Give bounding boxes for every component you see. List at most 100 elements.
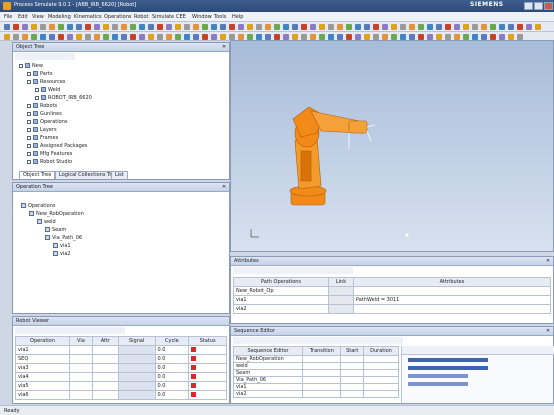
table-row[interactable]: weld <box>232 362 400 370</box>
toolbar-button[interactable] <box>184 24 190 30</box>
visibility-checkbox[interactable] <box>19 63 23 68</box>
toolbar-button[interactable] <box>85 34 91 40</box>
table-row[interactable]: via6 0.0 <box>15 390 227 400</box>
toolbar-button[interactable] <box>202 24 208 30</box>
operation-tree-item[interactable]: New_RobOperation <box>29 211 84 218</box>
object-tree-item[interactable]: Parts <box>27 71 52 78</box>
toolbar-button[interactable] <box>328 24 334 30</box>
gantt-chart[interactable] <box>401 346 554 403</box>
close-icon[interactable]: ✕ <box>222 44 227 50</box>
visibility-checkbox[interactable] <box>35 87 39 92</box>
menu-robot[interactable]: Robot <box>134 14 149 20</box>
toolbar-button[interactable] <box>292 24 298 30</box>
operation-tree-item[interactable]: via1 <box>53 243 71 250</box>
toolbar-button[interactable] <box>148 24 154 30</box>
toolbar-button[interactable] <box>436 24 442 30</box>
toolbar-button[interactable] <box>157 24 163 30</box>
toolbar-button[interactable] <box>445 24 451 30</box>
toolbar-button[interactable] <box>94 24 100 30</box>
toolbar-button[interactable] <box>184 34 190 40</box>
operation-tree-item[interactable]: Seam <box>45 227 66 234</box>
toolbar-button[interactable] <box>13 34 19 40</box>
visibility-checkbox[interactable] <box>27 103 31 108</box>
toolbar-button[interactable] <box>382 24 388 30</box>
toolbar-button[interactable] <box>103 34 109 40</box>
table-row[interactable]: SEQ 0.0 <box>15 354 227 364</box>
menu-modeling[interactable]: Modeling <box>48 14 71 20</box>
toolbar-button[interactable] <box>31 34 37 40</box>
object-tree-item[interactable]: Layers <box>27 127 57 134</box>
toolbar-button[interactable] <box>148 34 154 40</box>
operation-tree-item[interactable]: weld <box>37 219 56 226</box>
object-tree-item[interactable]: Weld <box>35 87 60 94</box>
close-icon[interactable]: ✕ <box>222 184 227 190</box>
table-row[interactable]: via1 PathWeld = 3011 <box>233 295 551 305</box>
toolbar-button[interactable] <box>355 24 361 30</box>
column-header[interactable]: Cycle <box>154 336 190 346</box>
menu-tools[interactable]: Tools <box>214 14 226 20</box>
table-row[interactable]: via2 <box>233 304 551 314</box>
menu-simulate[interactable]: Simulate <box>152 14 174 20</box>
toolbar-button[interactable] <box>157 34 163 40</box>
table-row[interactable]: via4 0.0 <box>15 372 227 382</box>
toolbar-button[interactable] <box>400 24 406 30</box>
table-row[interactable]: Via_Path_06 <box>232 376 400 384</box>
column-header[interactable]: Status <box>188 336 227 346</box>
toolbar-button[interactable] <box>229 24 235 30</box>
gantt-bar[interactable] <box>408 374 468 378</box>
table-row[interactable]: via3 0.0 <box>15 363 227 373</box>
gantt-bar[interactable] <box>408 366 488 370</box>
toolbar-button[interactable] <box>67 24 73 30</box>
toolbar-button[interactable] <box>40 24 46 30</box>
column-header[interactable]: Path Operations <box>233 277 329 287</box>
toolbar-button[interactable] <box>481 24 487 30</box>
visibility-checkbox[interactable] <box>27 71 31 76</box>
toolbar-button[interactable] <box>373 24 379 30</box>
table-row[interactable]: New_RobOperation <box>232 355 400 363</box>
toolbar-button[interactable] <box>76 34 82 40</box>
object-tree-item[interactable]: Robot Studio <box>27 159 72 166</box>
visibility-checkbox[interactable] <box>27 159 31 164</box>
column-header[interactable]: Attr <box>91 336 119 346</box>
toolbar-button[interactable] <box>463 24 469 30</box>
toolbar-button[interactable] <box>175 24 181 30</box>
minimize-button[interactable] <box>524 2 533 10</box>
object-tree-item[interactable]: Resources <box>27 79 66 86</box>
toolbar-button[interactable] <box>517 24 523 30</box>
toolbar-button[interactable] <box>103 24 109 30</box>
visibility-checkbox[interactable] <box>27 79 31 84</box>
toolbar-button[interactable] <box>526 24 532 30</box>
object-tree-item[interactable]: Assigned Packages <box>27 143 88 150</box>
toolbar-button[interactable] <box>391 24 397 30</box>
toolbar-button[interactable] <box>454 24 460 30</box>
operation-tree-item[interactable]: Via_Path_06 <box>45 235 82 242</box>
toolbar-button[interactable] <box>130 24 136 30</box>
object-tree-item[interactable]: Frames <box>27 135 58 142</box>
toolbar-button[interactable] <box>58 24 64 30</box>
toolbar-button[interactable] <box>310 24 316 30</box>
table-row[interactable]: via5 0.0 <box>15 381 227 391</box>
toolbar-button[interactable] <box>472 24 478 30</box>
visibility-checkbox[interactable] <box>27 127 31 132</box>
toolbar-button[interactable] <box>85 24 91 30</box>
column-header[interactable]: Attributes <box>353 277 551 287</box>
close-button[interactable] <box>544 2 553 10</box>
toolbar-button[interactable] <box>139 24 145 30</box>
column-header[interactable]: Via <box>68 336 93 346</box>
visibility-checkbox[interactable] <box>27 143 31 148</box>
column-header[interactable]: Duration <box>362 346 400 356</box>
toolbar-button[interactable] <box>220 24 226 30</box>
operation-tree-item[interactable]: Operations <box>21 203 56 210</box>
close-icon[interactable]: ✕ <box>546 328 551 334</box>
toolbar-button[interactable] <box>211 34 217 40</box>
toolbar-button[interactable] <box>40 34 46 40</box>
toolbar-button[interactable] <box>193 34 199 40</box>
visibility-checkbox[interactable] <box>35 95 39 100</box>
toolbar-button[interactable] <box>418 24 424 30</box>
toolbar-button[interactable] <box>508 24 514 30</box>
toolbar-button[interactable] <box>301 24 307 30</box>
visibility-checkbox[interactable] <box>27 151 31 156</box>
toolbar-button[interactable] <box>202 34 208 40</box>
object-tree-item[interactable]: Robots <box>27 103 57 110</box>
toolbar-button[interactable] <box>499 24 505 30</box>
